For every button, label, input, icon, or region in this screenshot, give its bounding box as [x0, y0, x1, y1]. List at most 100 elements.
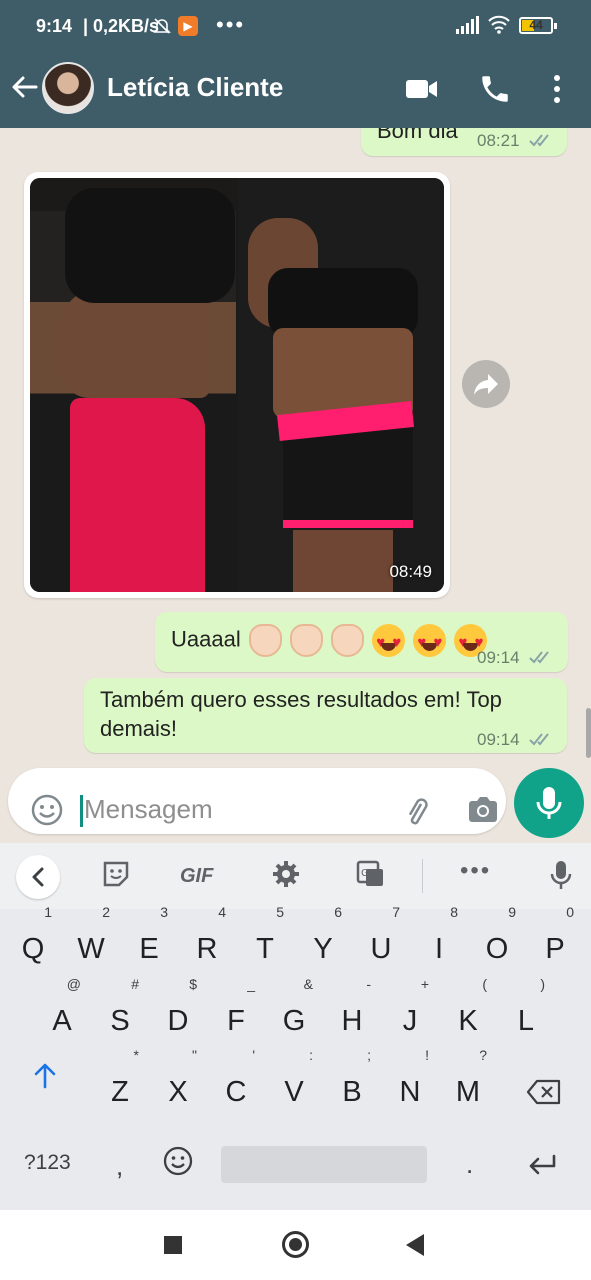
key-l[interactable]: L)	[501, 977, 551, 1051]
read-checks-icon	[529, 733, 549, 746]
key-x[interactable]: X "	[153, 1048, 203, 1122]
message-text-wrap: Uaaaal	[171, 624, 488, 658]
key-e[interactable]: E3	[124, 905, 174, 979]
camera-icon[interactable]	[466, 795, 500, 825]
video-call-icon[interactable]	[404, 74, 440, 104]
key-v[interactable]: V:	[269, 1048, 319, 1122]
chat-area[interactable]: Bom dia 08:21 08:49 Uaaaal ♥ ♥ ♥ ♥ ♥ ♥ 0…	[0, 128, 591, 840]
space-key[interactable]	[221, 1146, 427, 1183]
voice-message-button[interactable]	[514, 768, 584, 838]
key-n[interactable]: N!	[385, 1048, 435, 1122]
key-g[interactable]: G &	[269, 977, 319, 1051]
scrollbar[interactable]	[586, 708, 591, 758]
enter-key[interactable]	[526, 1153, 558, 1183]
overflow-menu-icon[interactable]	[544, 70, 570, 108]
status-bar: 9:14 | 0,2KB/s ▶ ••• 44	[0, 0, 591, 52]
message-input[interactable]: Mensagem	[8, 768, 506, 834]
toolbar-divider	[422, 859, 423, 893]
photo-top	[65, 188, 235, 303]
message-time: 09:14	[477, 648, 520, 667]
comma-key[interactable]: ,	[116, 1151, 123, 1182]
emoji-key-icon[interactable]	[162, 1145, 194, 1183]
message-text-line1: Também quero esses resultados em! Top	[100, 687, 502, 712]
translate-icon[interactable]: G	[356, 859, 386, 893]
message-time: 08:49	[389, 562, 432, 581]
key-label: C	[225, 1076, 247, 1108]
backspace-key[interactable]	[526, 1079, 562, 1111]
heart-eyes-icon	[413, 624, 447, 658]
key-label: T	[256, 933, 274, 965]
forward-arrow-icon	[474, 374, 498, 395]
key-label: N	[399, 1076, 421, 1108]
photo-after	[238, 178, 444, 592]
key-s[interactable]: S #	[95, 977, 145, 1051]
phone-call-icon[interactable]	[478, 72, 512, 106]
contact-name[interactable]: Letícia Cliente	[107, 72, 283, 103]
message-bubble-outgoing[interactable]: Também quero esses resultados em! Top de…	[84, 678, 567, 753]
key-f[interactable]: F _	[211, 977, 261, 1051]
key-y[interactable]: Y6	[298, 905, 348, 979]
key-i[interactable]: I8	[414, 905, 464, 979]
key-label: D	[167, 1005, 189, 1037]
key-hint: _	[247, 976, 255, 992]
system-nav-bar	[0, 1210, 591, 1280]
settings-gear-icon[interactable]	[271, 859, 301, 893]
battery-percent: 44	[529, 18, 543, 32]
key-k[interactable]: K(	[443, 977, 493, 1051]
status-time: 9:14	[36, 16, 73, 36]
message-bubble-outgoing[interactable]: Bom dia 08:21	[361, 128, 567, 156]
key-hint: ?	[479, 1047, 487, 1063]
more-options-icon[interactable]: •••	[460, 857, 491, 885]
key-m[interactable]: M?	[443, 1048, 493, 1122]
symbols-key[interactable]: ?123	[24, 1151, 71, 1175]
back-arrow-icon[interactable]	[8, 70, 42, 104]
key-w[interactable]: W2	[66, 905, 116, 979]
key-label: K	[458, 1005, 478, 1037]
key-d[interactable]: D $	[153, 977, 203, 1051]
key-a[interactable]: A @	[37, 977, 87, 1051]
key-hint: 9	[508, 904, 516, 920]
key-label: B	[342, 1076, 362, 1108]
key-c[interactable]: C '	[211, 1048, 261, 1122]
key-h[interactable]: H-	[327, 977, 377, 1051]
keyboard-mic-icon[interactable]	[548, 859, 574, 893]
image-message-bubble[interactable]: 08:49	[24, 172, 450, 598]
key-t[interactable]: T5	[240, 905, 290, 979]
key-label: X	[168, 1076, 188, 1108]
message-text: Bom dia	[377, 128, 458, 143]
shift-key[interactable]	[30, 1061, 60, 1097]
key-b[interactable]: B;	[327, 1048, 377, 1122]
soft-keyboard: Q1W2E3R4T5Y6U7I8O9P0 A @ S # D $ F _ G & H - J + K(L) …	[0, 905, 591, 1210]
message-time: 09:14	[477, 730, 520, 749]
recents-icon[interactable]	[164, 1236, 182, 1254]
key-label: W	[77, 933, 105, 965]
key-hint: +	[420, 976, 429, 992]
message-photo[interactable]: 08:49	[30, 178, 444, 592]
avatar[interactable]	[42, 62, 94, 114]
key-r[interactable]: R4	[182, 905, 232, 979]
key-label: R	[196, 933, 218, 965]
key-p[interactable]: P0	[530, 905, 580, 979]
clap-icon	[248, 624, 282, 657]
key-hint: @	[66, 976, 81, 992]
bell-off-icon	[152, 16, 172, 41]
key-q[interactable]: Q1	[8, 905, 58, 979]
header: 9:14 | 0,2KB/s ▶ ••• 44 Letícia Cliente	[0, 0, 591, 128]
gif-button[interactable]: GIF	[180, 865, 213, 888]
keyboard-toolbar: GIF G •••	[0, 843, 591, 909]
key-o[interactable]: O9	[472, 905, 522, 979]
nav-back-icon[interactable]	[406, 1234, 424, 1256]
key-label: P	[545, 933, 565, 965]
message-bubble-outgoing[interactable]: Uaaaal 09:14	[155, 612, 568, 672]
chevron-left-icon[interactable]	[16, 855, 60, 899]
emoji-icon[interactable]	[30, 793, 64, 827]
key-z[interactable]: Z *	[95, 1048, 145, 1122]
forward-button[interactable]	[462, 360, 510, 408]
paperclip-icon[interactable]	[400, 794, 434, 828]
period-key[interactable]: .	[466, 1149, 473, 1180]
key-u[interactable]: U7	[356, 905, 406, 979]
key-j[interactable]: J +	[385, 977, 435, 1051]
key-label: G	[282, 1005, 306, 1037]
sticker-icon[interactable]	[102, 859, 130, 893]
home-icon[interactable]	[282, 1231, 309, 1258]
